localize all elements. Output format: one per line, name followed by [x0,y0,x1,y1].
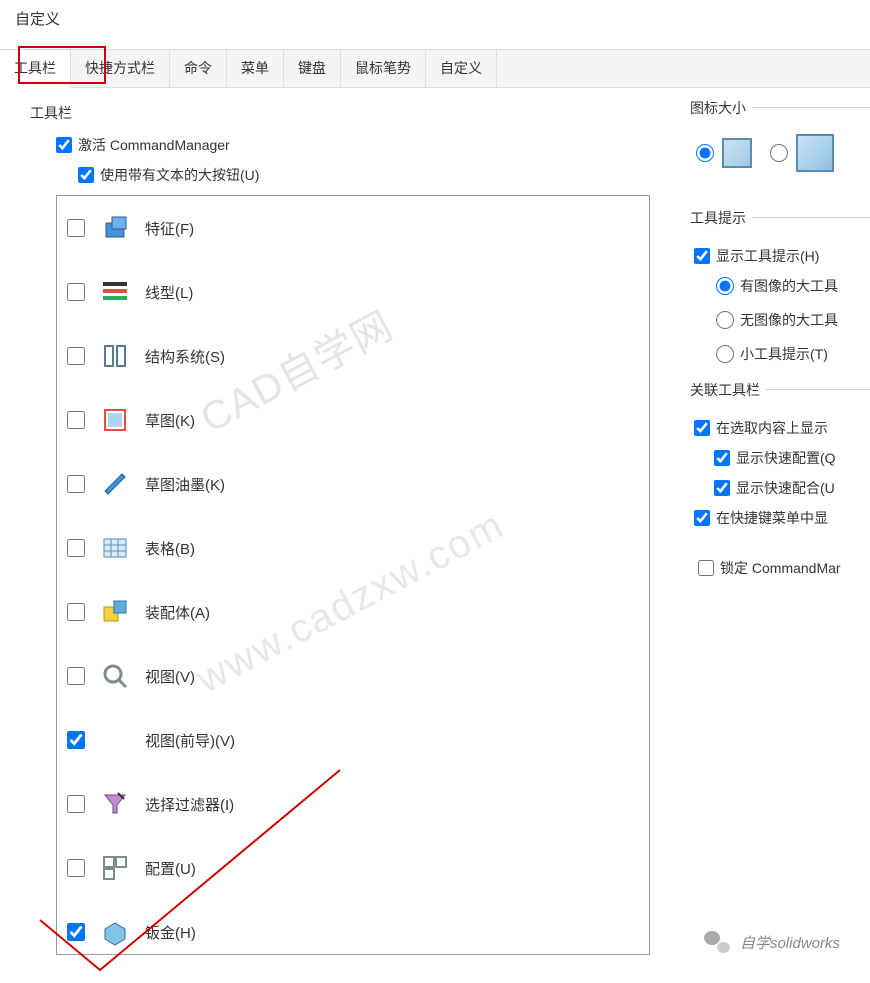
item-label: 结构系统(S) [145,346,225,367]
icon-size-large-radio[interactable] [770,144,788,162]
activate-commandmanager-checkbox[interactable] [56,137,72,153]
sketch-icon [99,404,131,436]
ctx2-checkbox[interactable] [714,450,730,466]
tab-keyboard[interactable]: 键盘 [284,50,341,87]
list-item[interactable]: 视图(前导)(V) [57,708,649,772]
item-label: 配置(U) [145,858,196,879]
item-label: 草图(K) [145,410,195,431]
item-checkbox-table[interactable] [67,539,85,557]
list-item[interactable]: 视图(V) [57,644,649,708]
tooltip-opt1-radio[interactable] [716,277,734,295]
tooltip-opt2-label: 无图像的大工具 [740,310,838,330]
ctx4-label: 在快捷键菜单中显 [716,508,828,528]
show-tooltip-label: 显示工具提示(H) [716,246,819,266]
item-label: 线型(L) [145,282,193,303]
footer-text: 自学solidworks [740,932,840,953]
ctx2-label: 显示快速配置(Q [736,448,836,468]
large-buttons-label: 使用带有文本的大按钮(U) [100,165,259,185]
ctx3-label: 显示快速配合(U [736,478,835,498]
item-checkbox-headsup[interactable] [67,731,85,749]
tab-customize[interactable]: 自定义 [426,50,497,87]
blank-icon [99,724,131,756]
large-cube-icon [796,134,834,172]
item-checkbox-linetype[interactable] [67,283,85,301]
filter-icon [99,788,131,820]
ctx1-label: 在选取内容上显示 [716,418,828,438]
ctx4-checkbox[interactable] [694,510,710,526]
tooltip-opt2-radio[interactable] [716,311,734,329]
list-item[interactable]: 结构系统(S) [57,324,649,388]
item-label: 视图(V) [145,666,195,687]
item-label: 草图油墨(K) [145,474,225,495]
tooltip-opt3-label: 小工具提示(T) [740,344,828,364]
item-label: 特征(F) [145,218,194,239]
list-item[interactable]: 特征(F) [57,196,649,260]
item-checkbox-filter[interactable] [67,795,85,813]
item-label: 选择过滤器(I) [145,794,234,815]
list-item[interactable]: 钣金(H) [57,900,649,955]
lock-commandmanager-checkbox[interactable] [698,560,714,576]
item-checkbox-feature[interactable] [67,219,85,237]
feature-icon [99,212,131,244]
tab-shortcut[interactable]: 快捷方式栏 [71,50,170,87]
item-checkbox-structure[interactable] [67,347,85,365]
list-item[interactable]: 装配体(A) [57,580,649,644]
tab-bar: 工具栏 快捷方式栏 命令 菜单 键盘 鼠标笔势 自定义 [0,49,870,88]
item-checkbox-sheetmetal[interactable] [67,923,85,941]
footer-credit: 自学solidworks [704,931,840,953]
structure-icon [99,340,131,372]
item-checkbox-assembly[interactable] [67,603,85,621]
table-icon [99,532,131,564]
large-buttons-checkbox[interactable] [78,167,94,183]
view-icon [99,660,131,692]
list-item[interactable]: 表格(B) [57,516,649,580]
item-label: 装配体(A) [145,602,210,623]
list-item[interactable]: 选择过滤器(I) [57,772,649,836]
wechat-icon [704,931,730,953]
tooltip-opt3-radio[interactable] [716,345,734,363]
linetype-icon [99,276,131,308]
tab-command[interactable]: 命令 [170,50,227,87]
context-group-label: 关联工具栏 [690,380,766,400]
show-tooltip-checkbox[interactable] [694,248,710,264]
tab-menu[interactable]: 菜单 [227,50,284,87]
list-item[interactable]: 线型(L) [57,260,649,324]
activate-commandmanager-label: 激活 CommandManager [78,135,230,155]
list-item[interactable]: 配置(U) [57,836,649,900]
toolbar-group-label: 工具栏 [30,103,650,123]
ctx1-checkbox[interactable] [694,420,710,436]
icon-size-label: 图标大小 [690,98,752,118]
item-checkbox-config[interactable] [67,859,85,877]
tooltip-opt1-label: 有图像的大工具 [740,276,838,296]
list-item[interactable]: 草图(K) [57,388,649,452]
item-checkbox-ink[interactable] [67,475,85,493]
small-cube-icon [722,138,752,168]
tab-toolbar[interactable]: 工具栏 [0,50,71,88]
sheetmetal-icon [99,916,131,948]
lock-commandmanager-label: 锁定 CommandMar [720,558,841,578]
ctx3-checkbox[interactable] [714,480,730,496]
icon-size-small-radio[interactable] [696,144,714,162]
item-label: 表格(B) [145,538,195,559]
config-icon [99,852,131,884]
list-item[interactable]: 草图油墨(K) [57,452,649,516]
ink-icon [99,468,131,500]
assembly-icon [99,596,131,628]
item-checkbox-view[interactable] [67,667,85,685]
item-label: 钣金(H) [145,922,196,943]
tab-mouse[interactable]: 鼠标笔势 [341,50,426,87]
item-checkbox-sketch[interactable] [67,411,85,429]
tooltip-group-label: 工具提示 [690,208,752,228]
toolbar-list[interactable]: 特征(F) 线型(L) 结构系统(S) 草图(K) 草图油墨(K) [56,195,650,955]
dialog-title: 自定义 [0,0,870,37]
item-label: 视图(前导)(V) [145,730,235,751]
